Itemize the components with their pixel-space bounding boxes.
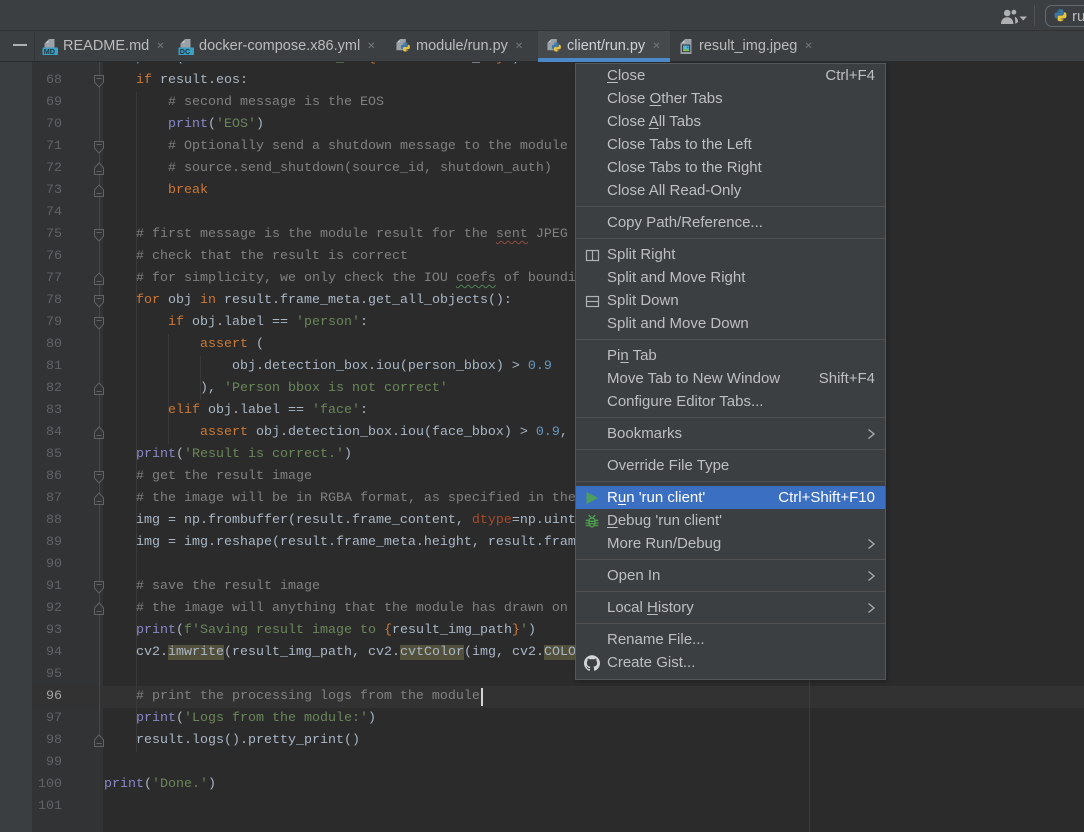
svg-text:DC: DC	[180, 46, 190, 54]
svg-text:MD: MD	[44, 46, 55, 54]
